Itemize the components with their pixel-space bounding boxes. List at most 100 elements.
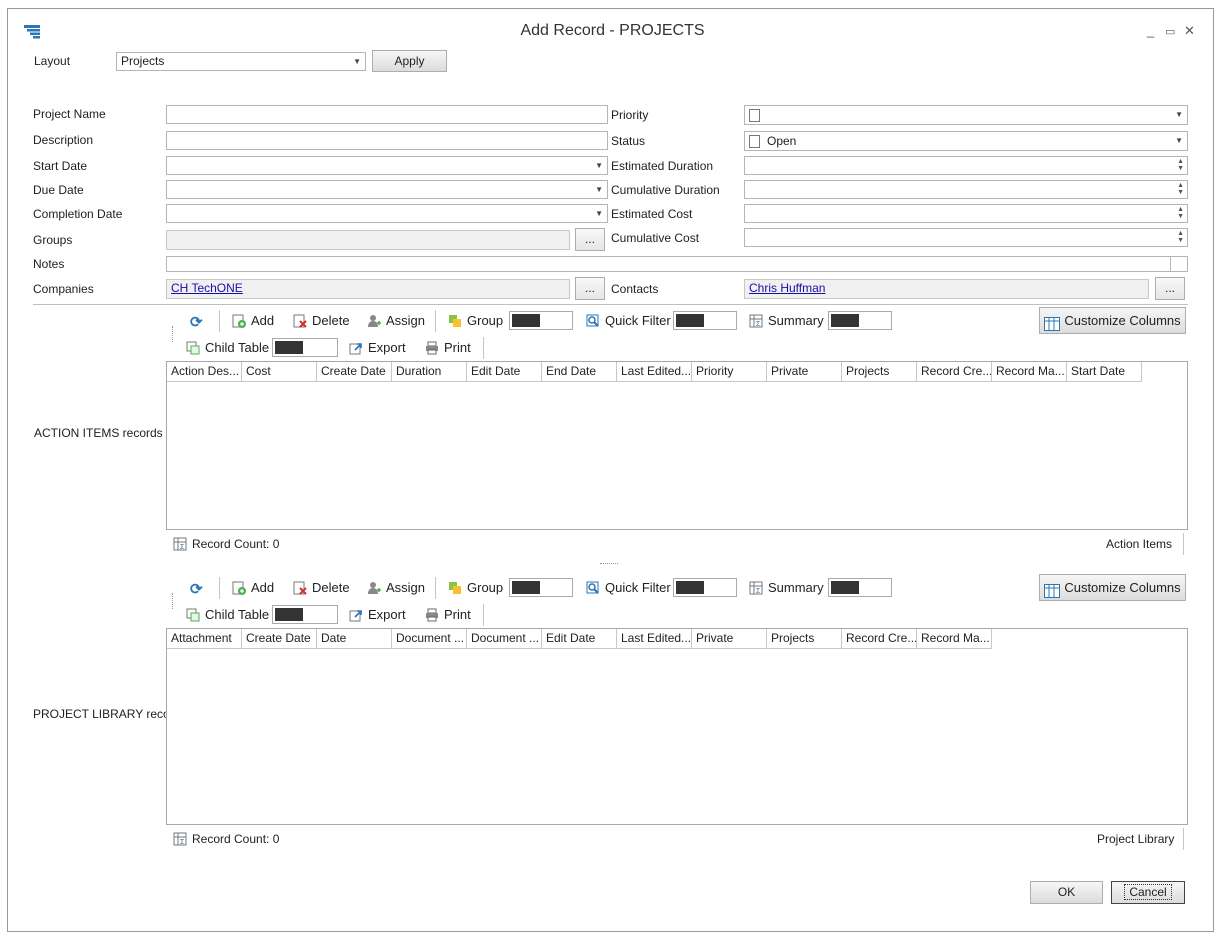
cumulative-cost-spinner[interactable]: ▲ ▼ <box>744 228 1188 247</box>
spinner-arrows-icon[interactable]: ▲ ▼ <box>1177 158 1184 172</box>
columns-icon <box>1044 581 1061 598</box>
splitter-handle[interactable] <box>600 563 618 566</box>
column-header[interactable]: Document ... <box>392 629 467 648</box>
spinner-arrows-icon[interactable]: ▲ ▼ <box>1177 230 1184 244</box>
group-color-swatch[interactable] <box>509 311 573 330</box>
child-table-icon <box>186 341 200 355</box>
column-header[interactable]: Projects <box>767 629 842 648</box>
project-library-footer-name: Project Library <box>1097 832 1175 846</box>
child-table-label: Child Table <box>205 340 270 355</box>
summary-button[interactable]: Σ Summary <box>749 580 824 595</box>
project-name-input[interactable] <box>166 105 608 124</box>
delete-button[interactable]: Delete <box>293 580 350 595</box>
column-header[interactable]: Create Date <box>242 629 317 648</box>
refresh-button[interactable]: ⟳ <box>190 313 203 331</box>
apply-button[interactable]: Apply <box>372 50 447 72</box>
toolbar-grip[interactable] <box>172 326 175 342</box>
column-header[interactable]: Record Cre... <box>917 362 992 381</box>
project-library-grid[interactable]: Attachment Create Date Date Document ... Doc… <box>166 628 1188 825</box>
column-header[interactable]: Projects <box>842 362 917 381</box>
priority-select[interactable]: ▼ <box>744 105 1188 125</box>
child-table-color-swatch[interactable] <box>272 605 338 624</box>
group-color-swatch[interactable] <box>509 578 573 597</box>
notes-input[interactable] <box>166 256 1188 272</box>
refresh-button[interactable]: ⟳ <box>190 580 203 598</box>
column-header[interactable]: Start Date <box>1067 362 1142 381</box>
child-table-color-swatch[interactable] <box>272 338 338 357</box>
delete-button[interactable]: Delete <box>293 313 350 328</box>
column-header[interactable]: Last Edited... <box>617 362 692 381</box>
child-table-button[interactable]: Child Table <box>186 607 269 622</box>
column-header[interactable]: Priority <box>692 362 767 381</box>
column-header[interactable]: Duration <box>392 362 467 381</box>
notes-scrollbar[interactable] <box>1170 257 1187 271</box>
print-label: Print <box>444 340 471 355</box>
companies-field: CH TechONE <box>166 279 570 299</box>
column-header[interactable]: Edit Date <box>542 629 617 648</box>
estimated-duration-spinner[interactable]: ▲ ▼ <box>744 156 1188 175</box>
spinner-arrows-icon[interactable]: ▲ ▼ <box>1177 182 1184 196</box>
maximize-button[interactable]: ▭ <box>1165 25 1175 38</box>
companies-link[interactable]: CH TechONE <box>171 281 243 295</box>
spinner-arrows-icon[interactable]: ▲ ▼ <box>1177 206 1184 220</box>
assign-button[interactable]: Assign <box>367 580 425 595</box>
column-header[interactable]: Private <box>692 629 767 648</box>
estimated-cost-spinner[interactable]: ▲ ▼ <box>744 204 1188 223</box>
child-table-button[interactable]: Child Table <box>186 340 269 355</box>
summary-color-swatch[interactable] <box>828 578 892 597</box>
print-button[interactable]: Print <box>425 340 471 355</box>
groups-field <box>166 230 570 250</box>
companies-browse-button[interactable]: ... <box>575 277 605 300</box>
group-button[interactable]: Group <box>448 313 503 328</box>
export-button[interactable]: Export <box>349 607 406 622</box>
add-button[interactable]: Add <box>232 580 274 595</box>
ok-button[interactable]: OK <box>1030 881 1103 904</box>
column-header[interactable]: Record Cre... <box>842 629 917 648</box>
summary-color-swatch[interactable] <box>828 311 892 330</box>
print-button[interactable]: Print <box>425 607 471 622</box>
add-button[interactable]: Add <box>232 313 274 328</box>
column-header[interactable]: Create Date <box>317 362 392 381</box>
column-header[interactable]: Edit Date <box>467 362 542 381</box>
column-header[interactable]: Date <box>317 629 392 648</box>
quick-filter-color-swatch[interactable] <box>673 578 737 597</box>
column-header[interactable]: Last Edited... <box>617 629 692 648</box>
column-header[interactable]: Private <box>767 362 842 381</box>
cancel-button[interactable]: Cancel <box>1111 881 1185 904</box>
close-button[interactable]: ✕ <box>1184 23 1195 39</box>
column-header[interactable]: Cost <box>242 362 317 381</box>
quick-filter-button[interactable]: Quick Filter <box>586 313 671 328</box>
description-input[interactable] <box>166 131 608 150</box>
completion-date-picker[interactable]: ▼ <box>166 204 608 223</box>
cumulative-duration-spinner[interactable]: ▲ ▼ <box>744 180 1188 199</box>
action-items-grid[interactable]: Action Des... Cost Create Date Duration Edit… <box>166 361 1188 530</box>
customize-columns-button[interactable]: Customize Columns <box>1039 574 1186 601</box>
summary-button[interactable]: Σ Summary <box>749 313 824 328</box>
column-header[interactable]: Record Ma... <box>917 629 992 648</box>
column-header[interactable]: Document ... <box>467 629 542 648</box>
chevron-down-icon: ▼ <box>1175 110 1183 119</box>
due-date-picker[interactable]: ▼ <box>166 180 608 199</box>
toolbar-grip[interactable] <box>172 593 175 609</box>
column-header[interactable]: Record Ma... <box>992 362 1067 381</box>
cumulative-duration-label: Cumulative Duration <box>611 183 720 197</box>
column-header[interactable]: Attachment <box>167 629 242 648</box>
start-date-picker[interactable]: ▼ <box>166 156 608 175</box>
refresh-icon: ⟳ <box>190 314 203 331</box>
contacts-link[interactable]: Chris Huffman <box>749 281 825 295</box>
customize-columns-button[interactable]: Customize Columns <box>1039 307 1186 334</box>
layout-select[interactable]: Projects ▼ <box>116 52 366 71</box>
status-select[interactable]: Open ▼ <box>744 131 1188 151</box>
footer-divider <box>1183 828 1184 850</box>
contacts-browse-button[interactable]: ... <box>1155 277 1185 300</box>
export-button[interactable]: Export <box>349 340 406 355</box>
quick-filter-label: Quick Filter <box>605 580 671 595</box>
column-header[interactable]: End Date <box>542 362 617 381</box>
quick-filter-color-swatch[interactable] <box>673 311 737 330</box>
quick-filter-button[interactable]: Quick Filter <box>586 580 671 595</box>
assign-button[interactable]: Assign <box>367 313 425 328</box>
groups-browse-button[interactable]: ... <box>575 228 605 251</box>
column-header[interactable]: Action Des... <box>167 362 242 381</box>
minimize-button[interactable]: _ <box>1147 23 1154 38</box>
group-button[interactable]: Group <box>448 580 503 595</box>
